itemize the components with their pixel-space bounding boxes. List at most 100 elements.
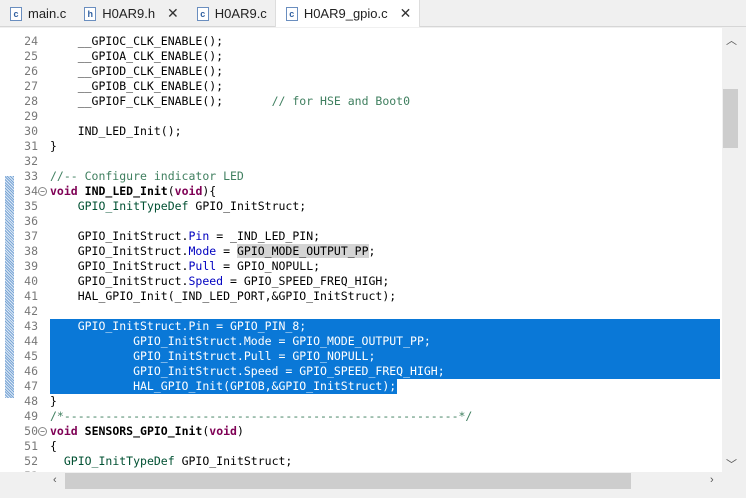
code-line[interactable]: 26 __GPIOD_CLK_ENABLE();: [0, 64, 722, 79]
code-token: =: [216, 244, 237, 258]
code-text: HAL_GPIO_Init(_IND_LED_PORT,&GPIO_InitSt…: [50, 289, 397, 304]
code-token: GPIO_InitStruct.Mode = GPIO_MODE_OUTPUT_…: [50, 334, 431, 348]
code-line[interactable]: 40 GPIO_InitStruct.Speed = GPIO_SPEED_FR…: [0, 274, 722, 289]
line-number: 38: [24, 244, 38, 258]
tab-h0ar9-c[interactable]: c H0AR9.c: [187, 0, 275, 27]
code-text: __GPIOD_CLK_ENABLE();: [50, 64, 223, 79]
code-token: GPIO_InitTypeDef: [63, 454, 175, 468]
fold-toggle-icon[interactable]: −: [38, 427, 47, 436]
code-line[interactable]: 49 /*------------------------------------…: [0, 409, 722, 424]
code-line[interactable]: 51 {: [0, 439, 722, 454]
line-number: 32: [24, 154, 38, 168]
scroll-down-icon[interactable]: ﹀: [726, 456, 737, 472]
close-tab-icon[interactable]: ✕: [167, 5, 179, 22]
code-text: GPIO_InitStruct.Pin = GPIO_PIN_8;: [50, 319, 307, 334]
line-number: 33: [24, 169, 38, 183]
code-line[interactable]: 52 GPIO_InitTypeDef GPIO_InitStruct;: [0, 454, 722, 469]
code-token: void: [50, 184, 78, 198]
code-token: void: [174, 184, 203, 198]
code-line[interactable]: 44 GPIO_InitStruct.Mode = GPIO_MODE_OUTP…: [0, 334, 722, 349]
code-token: ;: [368, 244, 376, 258]
code-token: IND_LED_Init: [84, 184, 168, 198]
code-line[interactable]: 33 //-- Configure indicator LED: [0, 169, 722, 184]
code-token: __GPIOA_CLK_ENABLE();: [50, 49, 224, 63]
code-line[interactable]: 45 GPIO_InitStruct.Pull = GPIO_NOPULL;: [0, 349, 722, 364]
vertical-scroll-thumb[interactable]: [723, 89, 738, 148]
code-line[interactable]: 50− void SENSORS_GPIO_Init(void): [0, 424, 722, 439]
code-line[interactable]: 30 IND_LED_Init();: [0, 124, 722, 139]
code-line[interactable]: 34− void IND_LED_Init(void){: [0, 184, 722, 199]
editor-tab-bar: c main.c h H0AR9.h ✕ c H0AR9.c c H0AR9_gpio.c ✕: [0, 0, 746, 27]
line-number: 48: [24, 394, 38, 408]
code-token: = GPIO_NOPULL;: [216, 259, 321, 273]
code-text: HAL_GPIO_Init(GPIOB,&GPIO_InitStruct);: [50, 379, 396, 394]
code-token: __GPIOB_CLK_ENABLE();: [50, 79, 224, 93]
code-text: GPIO_InitTypeDef GPIO_InitStruct;: [50, 199, 306, 214]
code-line[interactable]: 39 GPIO_InitStruct.Pull = GPIO_NOPULL;: [0, 259, 722, 274]
line-number: 40: [24, 274, 38, 288]
code-token: /*--------------------------------------…: [50, 409, 473, 423]
code-text: __GPIOB_CLK_ENABLE();: [50, 79, 223, 94]
tab-main-c[interactable]: c main.c: [0, 0, 74, 27]
code-line[interactable]: 32: [0, 154, 722, 169]
code-line[interactable]: 37 GPIO_InitStruct.Pin = _IND_LED_PIN;: [0, 229, 722, 244]
c-file-icon: c: [10, 6, 22, 21]
scroll-right-icon[interactable]: ›: [710, 474, 714, 486]
fold-toggle-icon[interactable]: −: [38, 187, 47, 196]
line-number: 30: [24, 124, 38, 138]
code-line[interactable]: 48}: [0, 394, 722, 409]
code-token: GPIO_InitTypeDef: [77, 199, 189, 213]
tab-h0ar9-h[interactable]: h H0AR9.h ✕: [74, 0, 186, 27]
code-line[interactable]: 35 GPIO_InitTypeDef GPIO_InitStruct;: [0, 199, 722, 214]
code-line[interactable]: 25 __GPIOA_CLK_ENABLE();: [0, 49, 722, 64]
code-line[interactable]: 31}: [0, 139, 722, 154]
tab-h0ar9-gpio-c[interactable]: c H0AR9_gpio.c ✕: [274, 0, 421, 27]
code-token: GPIO_InitStruct.: [50, 274, 189, 288]
code-token: {: [50, 439, 57, 453]
code-token: IND_LED_Init();: [50, 124, 182, 138]
code-line[interactable]: 29: [0, 109, 722, 124]
code-token: GPIO_InitStruct.: [50, 229, 189, 243]
line-number: 28: [24, 94, 38, 108]
code-token: = _IND_LED_PIN;: [209, 229, 321, 243]
code-text: __GPIOA_CLK_ENABLE();: [50, 49, 223, 64]
vertical-scrollbar[interactable]: ︿ ﹀: [722, 28, 739, 472]
code-token: GPIO_InitStruct;: [174, 454, 293, 468]
line-number: 49: [24, 409, 38, 423]
close-tab-icon[interactable]: ✕: [400, 5, 412, 22]
code-line[interactable]: 38 GPIO_InitStruct.Mode = GPIO_MODE_OUTP…: [0, 244, 722, 259]
code-token: GPIO_InitStruct.: [50, 244, 189, 258]
code-line[interactable]: 46 GPIO_InitStruct.Speed = GPIO_SPEED_FR…: [0, 364, 722, 379]
line-number: 51: [24, 439, 38, 453]
code-line[interactable]: 36: [0, 214, 722, 229]
line-number: 52: [24, 454, 38, 468]
code-token: HAL_GPIO_Init(_IND_LED_PORT,&GPIO_InitSt…: [50, 289, 397, 303]
code-line[interactable]: 47 HAL_GPIO_Init(GPIOB,&GPIO_InitStruct)…: [0, 379, 722, 394]
code-token: __GPIOC_CLK_ENABLE();: [50, 34, 224, 48]
line-number: 29: [24, 109, 38, 123]
h-file-icon: h: [84, 6, 97, 21]
code-text: __GPIOC_CLK_ENABLE();: [50, 34, 223, 49]
code-token: SENSORS_GPIO_Init: [84, 424, 203, 438]
line-number: 35: [24, 199, 38, 213]
code-line[interactable]: 42: [0, 304, 722, 319]
code-token: GPIO_InitStruct;: [188, 199, 307, 213]
code-line[interactable]: 28 __GPIOF_CLK_ENABLE(); // for HSE and …: [0, 94, 722, 109]
code-token: }: [50, 139, 57, 153]
code-editor[interactable]: 24 __GPIOC_CLK_ENABLE(); 25 __GPIOA_CLK_E…: [0, 28, 722, 472]
line-number: 26: [24, 64, 38, 78]
code-token: Speed: [188, 274, 224, 288]
code-text: void SENSORS_GPIO_Init(void): [50, 424, 244, 439]
code-line[interactable]: 43 GPIO_InitStruct.Pin = GPIO_PIN_8;: [0, 319, 722, 334]
code-line[interactable]: 41 HAL_GPIO_Init(_IND_LED_PORT,&GPIO_Ini…: [0, 289, 722, 304]
code-line[interactable]: 27 __GPIOB_CLK_ENABLE();: [0, 79, 722, 94]
scroll-left-icon[interactable]: ‹: [53, 474, 57, 486]
code-line[interactable]: 24 __GPIOC_CLK_ENABLE();: [0, 34, 722, 49]
line-number: 24: [24, 34, 38, 48]
scroll-up-icon[interactable]: ︿: [726, 32, 737, 48]
horizontal-scroll-thumb[interactable]: [65, 473, 631, 489]
code-text: }: [50, 139, 57, 154]
horizontal-scrollbar[interactable]: ‹ ›: [48, 472, 722, 490]
